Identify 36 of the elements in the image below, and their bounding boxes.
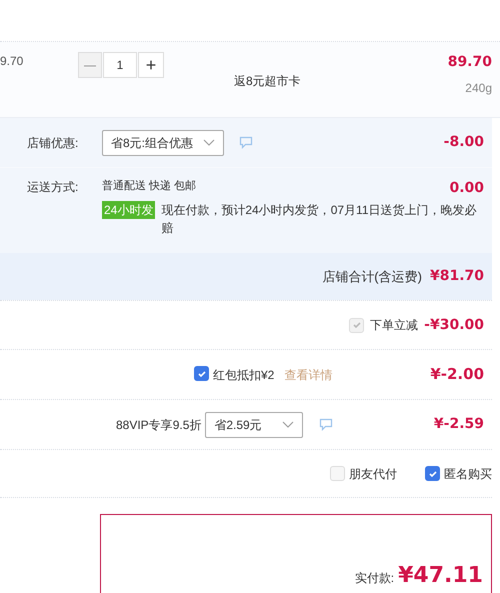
delivery-note: 现在付款，预计24小时内发货，07月11日送货上门，晚发必赔 (161, 202, 478, 237)
shipping-method: 普通配送 快递 包邮 (102, 178, 196, 194)
discount-label: 店铺优惠: (26, 134, 80, 152)
option-label: 朋友代付 (349, 466, 397, 482)
chevron-down-icon (203, 138, 215, 146)
instant-discount-label: 下单立减 (370, 317, 418, 334)
vip-amount: ¥-2.59 (434, 415, 484, 434)
checkmark-icon (352, 320, 362, 330)
coupon-deduction-amount: ¥-2.00 (430, 364, 484, 386)
payment-amount: ¥47.11 (398, 562, 483, 590)
coupon-deduction-label: 红包抵扣¥2 (213, 366, 274, 384)
unit-price: 9.70 (0, 53, 24, 70)
option-label: 匿名购买 (444, 466, 492, 482)
discount-dropdown[interactable]: 省8元:组合优惠 (102, 130, 224, 156)
increment-button[interactable]: + (138, 52, 164, 78)
delivery-badge: 24小时发 (102, 201, 156, 219)
checkmark-icon (428, 468, 438, 478)
shop-total-amount: ¥81.70 (430, 267, 484, 286)
chat-icon[interactable] (239, 136, 253, 149)
discount-amount: -8.00 (444, 133, 484, 152)
discount-dropdown[interactable]: 省2.59元 (205, 412, 304, 438)
shop-total-label: 店铺合计(含运费) (322, 268, 422, 286)
shipping-amount: 0.00 (449, 179, 484, 198)
checkbox[interactable] (425, 466, 440, 481)
weight-text: 240g (465, 80, 492, 97)
vip-label: 88VIP专享9.5折 (116, 416, 202, 434)
payment-label: 实付款: (354, 570, 394, 587)
instant-discount-amount: -¥30.00 (424, 316, 484, 334)
quantity-field[interactable]: 1 (103, 52, 137, 78)
checkmark-icon (196, 368, 206, 378)
chat-icon[interactable] (319, 418, 334, 431)
subtotal-price: 89.70 (448, 53, 492, 72)
checkbox[interactable] (194, 366, 209, 381)
shipping-label: 运送方式: (26, 179, 80, 196)
promo-text: 返8元超市卡 (234, 73, 301, 90)
chevron-down-icon (282, 420, 294, 428)
